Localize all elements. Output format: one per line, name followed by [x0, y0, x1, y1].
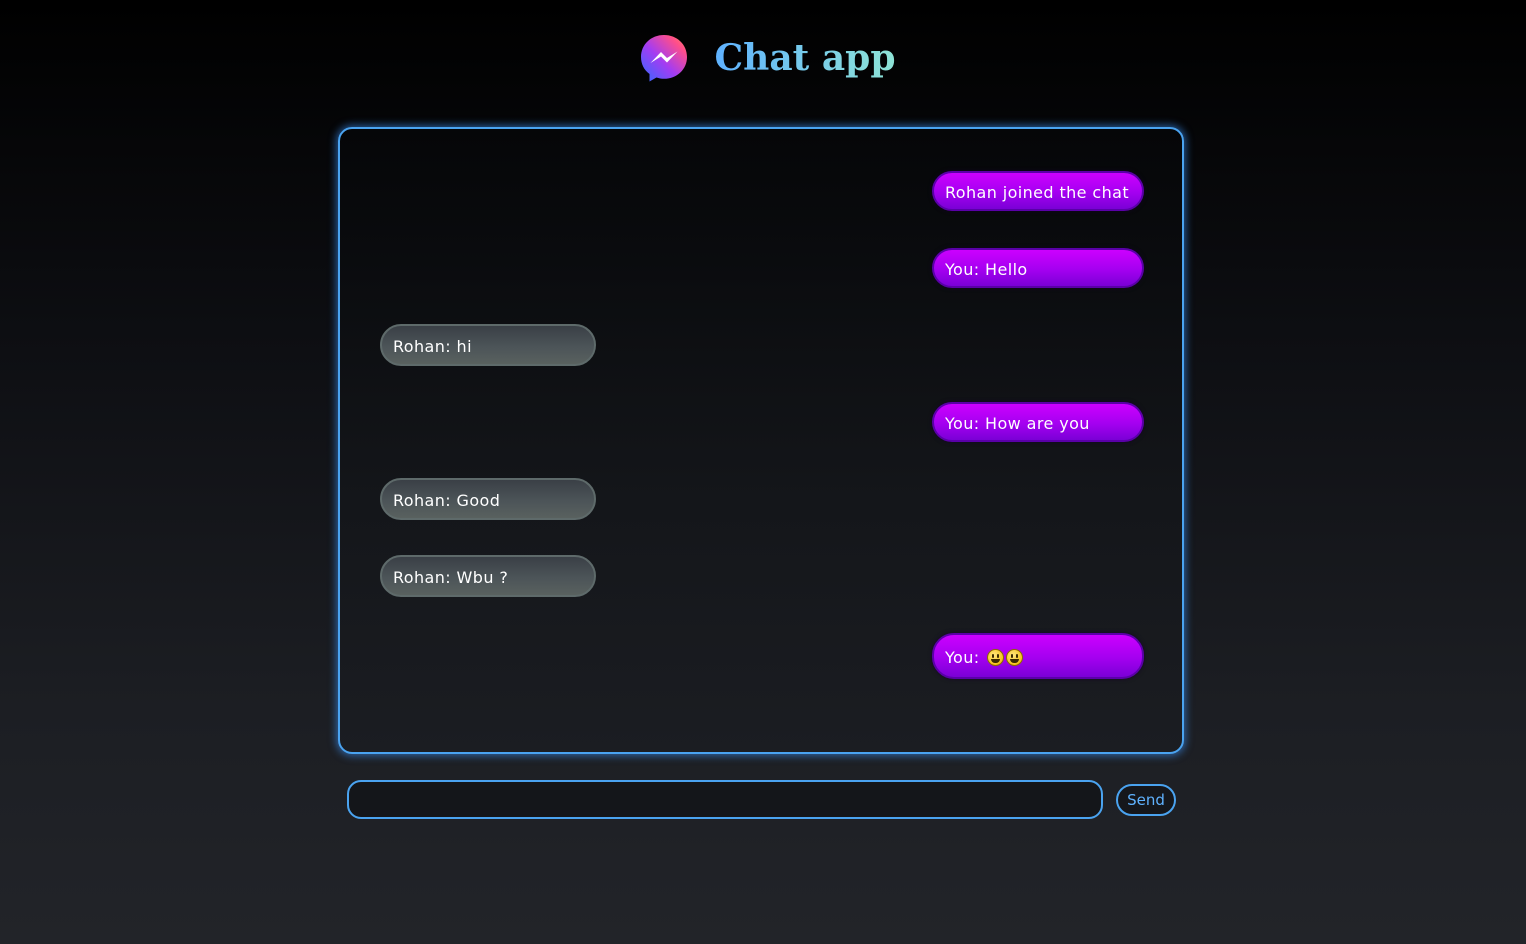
page-title: Chat app — [714, 37, 896, 79]
outgoing-message: Rohan joined the chat — [932, 171, 1144, 211]
grinning-face-emoji-icon — [987, 649, 1005, 666]
outgoing-message: You: Hello — [932, 248, 1144, 288]
outgoing-message: You: — [932, 633, 1144, 679]
message-prefix: You: — [945, 648, 986, 667]
incoming-message: Rohan: Wbu ? — [380, 555, 596, 597]
grinning-face-emoji-icon — [1006, 649, 1024, 666]
chat-messages-panel[interactable]: Rohan joined the chat You: Hello Rohan: … — [338, 127, 1184, 754]
incoming-message: Rohan: hi — [380, 324, 596, 366]
app-header: Chat app — [0, 32, 1526, 84]
messenger-icon — [639, 33, 689, 83]
message-input[interactable] — [347, 780, 1103, 819]
outgoing-message: You: How are you — [932, 402, 1144, 442]
incoming-message: Rohan: Good — [380, 478, 596, 520]
send-button[interactable]: Send — [1116, 784, 1176, 816]
